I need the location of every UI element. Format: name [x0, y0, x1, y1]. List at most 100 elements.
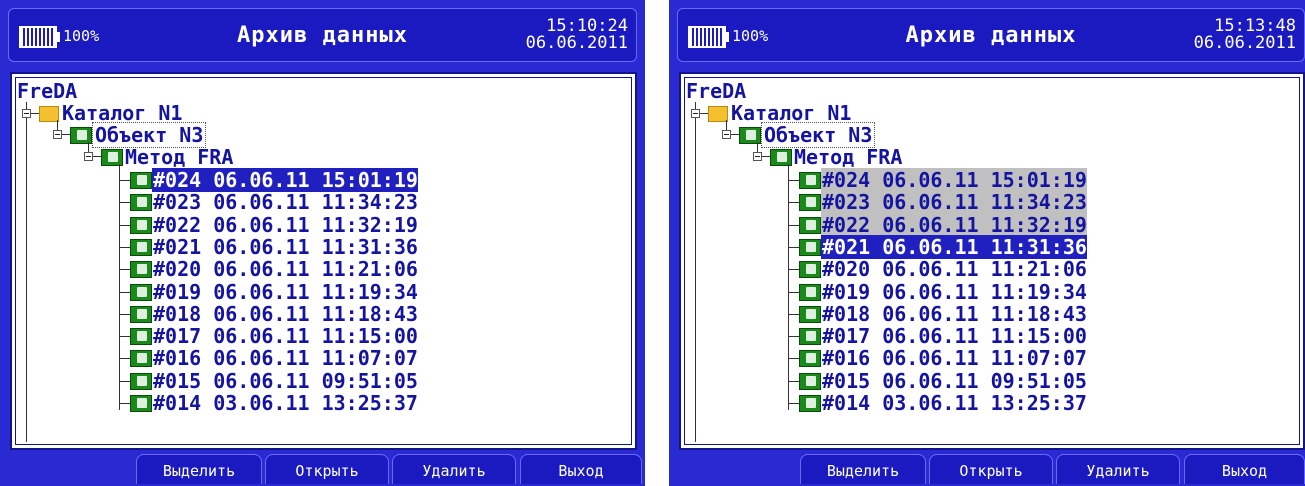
record-icon	[130, 283, 152, 301]
softkey-bar: Выделить Открыть Удалить Выход	[0, 454, 645, 486]
record-label: #015 06.06.11 09:51:05	[822, 368, 1087, 393]
tree-line	[788, 180, 799, 181]
tree-line	[695, 102, 696, 442]
record-row[interactable]: #016 06.06.11 11:07:07	[799, 347, 1087, 369]
tree-root[interactable]: FreDA	[684, 80, 748, 102]
record-icon	[799, 194, 821, 212]
header-bar: 100% Архив данных 15:13:48 06.06.2011	[677, 8, 1305, 62]
tree-line	[788, 202, 799, 204]
tree-expander-icon[interactable]	[22, 109, 31, 118]
record-row[interactable]: #014 03.06.11 13:25:37	[799, 392, 1087, 414]
record-icon	[799, 172, 821, 189]
record-icon	[799, 395, 821, 412]
record-row[interactable]: #022 06.06.11 11:32:19	[799, 212, 1087, 237]
record-label: #016 06.06.11 11:07:07	[153, 346, 418, 371]
delete-button[interactable]: Удалить	[392, 454, 516, 484]
tree-expander-icon[interactable]	[753, 152, 762, 161]
record-label: #020 06.06.11 11:21:06	[153, 257, 418, 282]
record-icon	[130, 194, 152, 212]
tree-node-catalog[interactable]: Каталог N1	[39, 102, 184, 124]
select-button[interactable]: Выделить	[136, 454, 262, 484]
tree-node-method[interactable]: Метод FRA	[770, 146, 904, 168]
record-row[interactable]: #015 06.06.11 09:51:05	[799, 370, 1087, 392]
record-row[interactable]: #019 06.06.11 11:19:34	[130, 281, 418, 303]
archive-tree: FreDA Каталог N1 Объект N3 Метод FRA #02…	[10, 72, 637, 450]
tree-line	[26, 102, 27, 442]
record-label: #015 06.06.11 09:51:05	[153, 368, 418, 393]
record-label: #024 06.06.11 15:01:19	[152, 168, 418, 192]
record-row[interactable]: #022 06.06.11 11:32:19	[130, 214, 418, 236]
tree-line	[62, 134, 70, 135]
record-row[interactable]: #021 06.06.11 11:31:36	[130, 236, 418, 258]
exit-button[interactable]: Выход	[1184, 454, 1305, 484]
tree-node-label: Метод FRA	[794, 145, 903, 169]
record-row[interactable]: #017 06.06.11 11:15:00	[799, 325, 1087, 347]
record-icon	[799, 261, 821, 279]
open-button[interactable]: Открыть	[265, 454, 389, 484]
tree-node-method[interactable]: Метод FRA	[101, 146, 235, 168]
record-icon	[130, 261, 152, 279]
record-icon	[799, 283, 821, 301]
record-row[interactable]: #019 06.06.11 11:19:34	[799, 281, 1087, 303]
tree-line	[788, 164, 789, 410]
tree-line	[119, 246, 130, 248]
record-label: #024 06.06.11 15:01:19	[821, 168, 1087, 192]
record-label: #021 06.06.11 11:31:36	[153, 234, 418, 259]
record-row[interactable]: #023 06.06.11 11:34:23	[799, 190, 1087, 215]
record-icon	[130, 328, 152, 346]
tree-line	[788, 380, 799, 382]
record-label: #023 06.06.11 11:34:23	[153, 190, 418, 215]
record-icon	[799, 216, 821, 234]
record-label: #021 06.06.11 11:31:36	[821, 234, 1087, 259]
screen-right: 100% Архив данных 15:13:48 06.06.2011 Fr…	[669, 0, 1305, 486]
record-label: #018 06.06.11 11:18:43	[822, 301, 1087, 326]
tree-node-object[interactable]: Объект N3	[70, 122, 207, 148]
tree-line	[119, 380, 130, 382]
tree-expander-icon[interactable]	[84, 152, 93, 161]
clock-date: 06.06.2011	[1193, 33, 1296, 53]
tree-expander-icon[interactable]	[722, 130, 731, 139]
record-row[interactable]: #023 06.06.11 11:34:23	[130, 191, 418, 213]
record-row[interactable]: #020 06.06.11 11:21:06	[799, 258, 1087, 280]
screen-left: 100% Архив данных 15:10:24 06.06.2011 Fr…	[0, 0, 645, 486]
record-icon	[799, 350, 821, 368]
record-label: #017 06.06.11 11:15:00	[822, 324, 1087, 349]
tree-line	[57, 120, 58, 130]
tree-line	[788, 336, 799, 338]
record-icon	[130, 372, 152, 390]
tree-node-object[interactable]: Объект N3	[739, 122, 876, 148]
record-label: #020 06.06.11 11:21:06	[822, 257, 1087, 282]
tree-line	[119, 336, 130, 338]
record-row[interactable]: #020 06.06.11 11:21:06	[130, 258, 418, 280]
record-row[interactable]: #024 06.06.11 15:01:19	[130, 168, 418, 192]
tree-line	[119, 224, 130, 226]
record-row[interactable]: #024 06.06.11 15:01:19	[799, 168, 1087, 192]
record-label: #019 06.06.11 11:19:34	[822, 279, 1087, 304]
record-row[interactable]: #017 06.06.11 11:15:00	[130, 325, 418, 347]
record-row[interactable]: #018 06.06.11 11:18:43	[799, 303, 1087, 325]
delete-button[interactable]: Удалить	[1056, 454, 1180, 484]
record-label: #016 06.06.11 11:07:07	[822, 346, 1087, 371]
tree-root-label: FreDA	[686, 79, 747, 103]
exit-button[interactable]: Выход	[520, 454, 642, 484]
folder-icon	[708, 106, 728, 122]
record-label: #014 03.06.11 13:25:37	[822, 391, 1087, 415]
record-row[interactable]: #015 06.06.11 09:51:05	[130, 370, 418, 392]
tree-line	[93, 156, 101, 157]
tree-node-catalog[interactable]: Каталог N1	[708, 102, 853, 124]
select-button[interactable]: Выделить	[800, 454, 926, 484]
tree-root[interactable]: FreDA	[15, 80, 79, 102]
record-icon	[130, 238, 152, 256]
tree-expander-icon[interactable]	[53, 130, 62, 139]
record-row[interactable]: #021 06.06.11 11:31:36	[799, 234, 1087, 259]
record-row[interactable]: #016 06.06.11 11:07:07	[130, 347, 418, 369]
tree-line	[788, 246, 799, 248]
record-icon	[130, 350, 152, 368]
tree-expander-icon[interactable]	[691, 109, 700, 118]
tree-line	[788, 358, 799, 360]
record-icon	[799, 238, 821, 256]
open-button[interactable]: Открыть	[929, 454, 1053, 484]
record-row[interactable]: #014 03.06.11 13:25:37	[130, 392, 418, 414]
record-row[interactable]: #018 06.06.11 11:18:43	[130, 303, 418, 325]
archive-tree: FreDA Каталог N1 Объект N3 Метод FRA #02…	[679, 72, 1305, 450]
